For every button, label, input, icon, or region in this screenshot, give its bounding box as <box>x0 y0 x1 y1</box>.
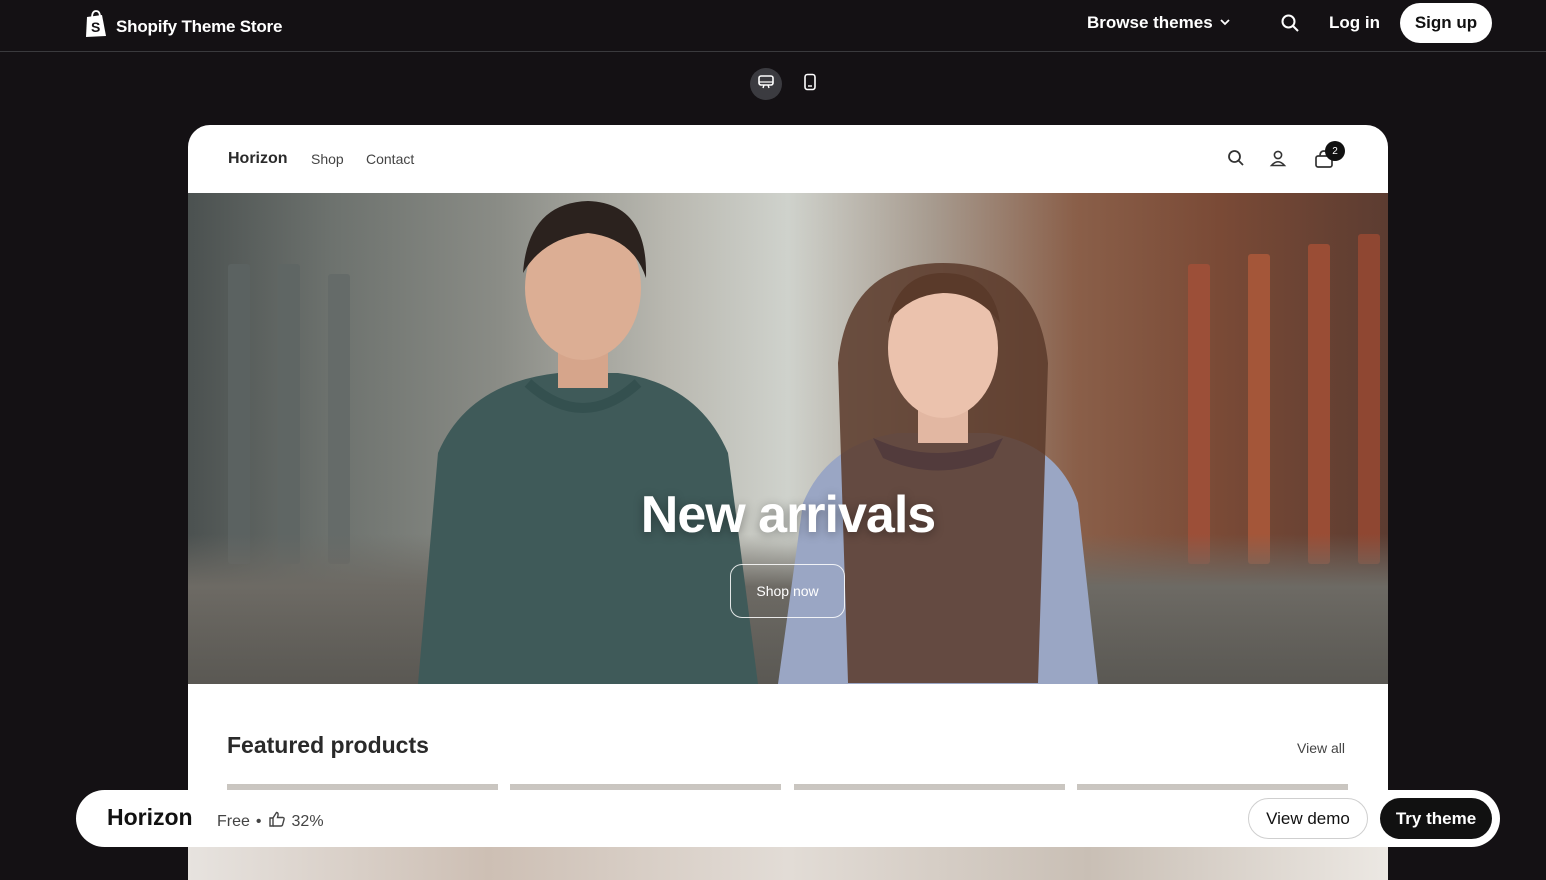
desktop-view-toggle[interactable] <box>750 68 782 100</box>
search-icon[interactable] <box>1280 13 1300 38</box>
thumbs-up-icon <box>268 810 286 833</box>
theme-meta: Free • 32% <box>217 810 324 833</box>
theme-name: Horizon <box>107 804 193 830</box>
hero-banner: New arrivals Shop now <box>188 193 1388 684</box>
brand-title: Shopify Theme Store <box>116 16 283 36</box>
view-demo-button[interactable]: View demo <box>1248 798 1368 839</box>
chevron-down-icon <box>1219 13 1231 33</box>
store-nav-shop[interactable]: Shop <box>311 151 344 167</box>
theme-preview-frame: Horizon Shop Contact 2 New arrivals Shop… <box>188 125 1388 880</box>
preview-blurred-overflow <box>188 847 1388 880</box>
brand-link[interactable]: S Shopify Theme Store <box>84 10 282 43</box>
search-icon[interactable] <box>1227 149 1245 172</box>
top-bar: S Shopify Theme Store Browse themes Log … <box>0 0 1546 52</box>
theme-rating: 32% <box>291 812 324 830</box>
cart-count-badge: 2 <box>1325 141 1345 161</box>
try-theme-button[interactable]: Try theme <box>1380 798 1492 839</box>
store-nav-contact[interactable]: Contact <box>366 151 414 167</box>
theme-action-bar: Horizon Free • 32% View demo Try theme <box>76 790 1500 847</box>
hero-title: New arrivals <box>640 486 936 544</box>
view-all-link[interactable]: View all <box>1297 740 1345 756</box>
store-header: Horizon Shop Contact 2 <box>188 125 1388 193</box>
desktop-icon <box>757 73 775 96</box>
browse-themes-menu[interactable]: Browse themes <box>1087 13 1231 33</box>
featured-products-title: Featured products <box>227 732 429 758</box>
browse-themes-label: Browse themes <box>1087 13 1213 32</box>
hero-person-left <box>418 201 758 684</box>
user-icon[interactable] <box>1269 149 1287 172</box>
mobile-view-toggle[interactable] <box>794 68 826 100</box>
svg-text:S: S <box>91 19 100 35</box>
store-logo[interactable]: Horizon <box>228 150 288 168</box>
shopify-bag-icon: S <box>84 10 108 43</box>
signup-button[interactable]: Sign up <box>1400 3 1492 43</box>
login-link[interactable]: Log in <box>1329 13 1380 33</box>
theme-price: Free <box>217 812 250 830</box>
hero-person-right <box>778 263 1098 684</box>
meta-separator: • <box>255 812 262 830</box>
mobile-icon <box>801 73 819 96</box>
shop-now-button[interactable]: Shop now <box>730 564 845 618</box>
